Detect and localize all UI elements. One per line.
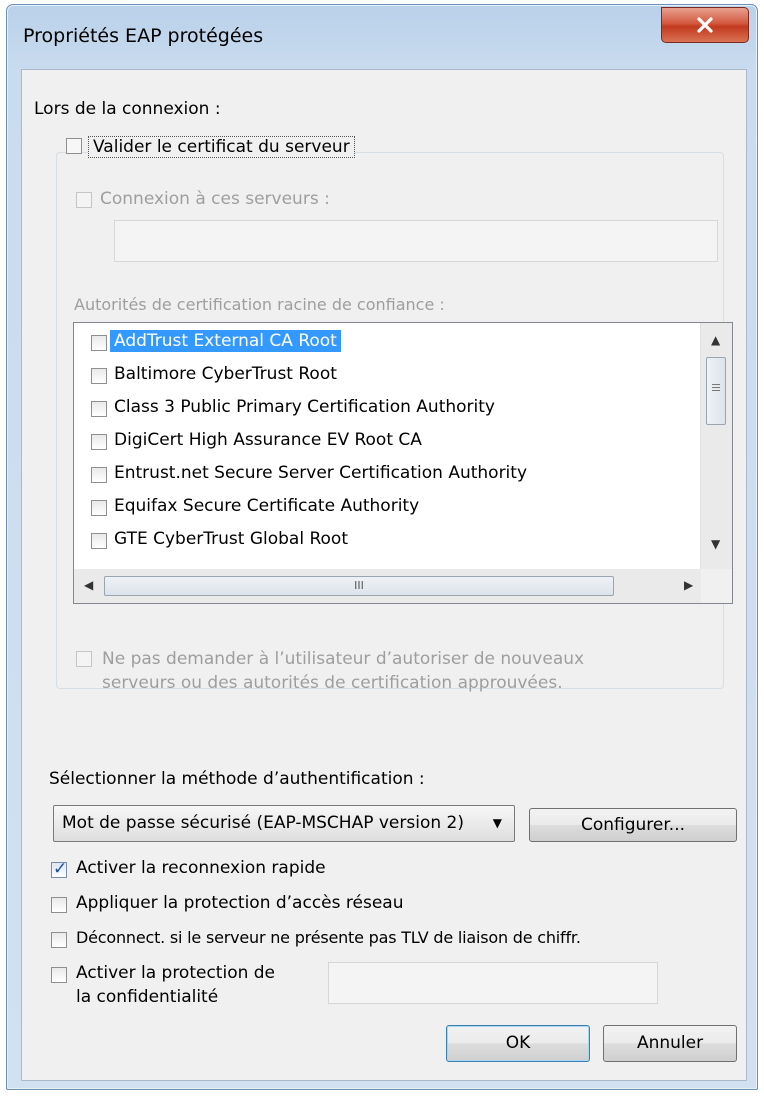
vertical-scroll-thumb[interactable] <box>706 357 726 425</box>
no-prompt-line1: Ne pas demander à l’utilisateur d’autori… <box>102 649 585 669</box>
connect-servers-input[interactable] <box>114 220 718 262</box>
list-item-label: Baltimore CyberTrust Root <box>114 364 337 384</box>
list-item-checkbox[interactable] <box>91 467 107 483</box>
horizontal-scroll-thumb[interactable]: III <box>104 576 614 596</box>
scroll-left-icon[interactable]: ◀ <box>84 578 93 592</box>
scroll-down-icon[interactable]: ▼ <box>711 537 720 551</box>
auth-method-label: Sélectionner la méthode d’authentificati… <box>49 769 425 789</box>
list-item[interactable]: DigiCert High Assurance EV Root CA <box>74 426 684 458</box>
ok-button[interactable]: OK <box>446 1025 590 1062</box>
no-prompt-checkbox[interactable] <box>76 651 92 667</box>
list-item[interactable]: Equifax Secure Certificate Authority <box>74 492 684 524</box>
nap-label[interactable]: Appliquer la protection d’accès réseau <box>76 893 403 913</box>
scroll-right-icon[interactable]: ▶ <box>684 578 693 592</box>
connect-servers-label: Connexion à ces serveurs : <box>100 189 330 209</box>
chevron-down-icon: ▼ <box>492 816 502 830</box>
connect-servers-checkbox[interactable] <box>76 192 92 208</box>
list-item-label: DigiCert High Assurance EV Root CA <box>114 430 422 450</box>
no-prompt-line2: serveurs ou des autorités de certificati… <box>102 673 563 693</box>
vertical-scrollbar[interactable]: ▲ ▼ <box>700 323 732 569</box>
dialog-window: Propriétés EAP protégées Lors de la conn… <box>6 4 758 1090</box>
list-item[interactable]: Baltimore CyberTrust Root <box>74 360 684 392</box>
list-item-checkbox[interactable] <box>91 533 107 549</box>
horizontal-scrollbar[interactable]: ◀ III ▶ <box>74 569 701 603</box>
fast-reconnect-label[interactable]: Activer la reconnexion rapide <box>76 858 326 878</box>
auth-method-value: Mot de passe sécurisé (EAP-MSCHAP versio… <box>62 813 464 833</box>
list-item-checkbox[interactable] <box>91 434 107 450</box>
root-ca-list[interactable]: AddTrust External CA Root Baltimore Cybe… <box>73 322 733 604</box>
fast-reconnect-checkbox[interactable] <box>51 859 67 879</box>
list-item[interactable]: AddTrust External CA Root <box>74 327 684 359</box>
nap-checkbox[interactable] <box>51 897 67 913</box>
close-icon <box>697 17 713 33</box>
validate-cert-label[interactable]: Valider le certificat du serveur <box>88 136 355 158</box>
scrollbar-corner <box>701 569 732 603</box>
list-item[interactable]: Entrust.net Secure Server Certification … <box>74 459 684 491</box>
window-title: Propriétés EAP protégées <box>23 25 264 47</box>
list-item[interactable]: GTE CyberTrust Global Root <box>74 525 684 557</box>
list-item-checkbox[interactable] <box>91 500 107 516</box>
configure-button[interactable]: Configurer... <box>529 808 737 842</box>
cancel-button[interactable]: Annuler <box>603 1025 737 1062</box>
privacy-label-line2[interactable]: la confidentialité <box>76 987 218 1007</box>
root-ca-label: Autorités de certification racine de con… <box>74 295 445 314</box>
dialog-client-area: Lors de la connexion : Valider le certif… <box>21 69 747 1081</box>
list-item[interactable]: Class 3 Public Primary Certification Aut… <box>74 393 684 425</box>
list-item-checkbox[interactable] <box>91 368 107 384</box>
list-item-label: GTE CyberTrust Global Root <box>114 529 348 549</box>
list-item-label: Equifax Secure Certificate Authority <box>114 496 420 516</box>
scroll-up-icon[interactable]: ▲ <box>711 333 720 347</box>
privacy-label-line1[interactable]: Activer la protection de <box>76 963 275 983</box>
validate-cert-checkbox[interactable] <box>66 138 82 154</box>
privacy-checkbox[interactable] <box>51 967 67 983</box>
section-label: Lors de la connexion : <box>34 99 221 119</box>
list-item-checkbox[interactable] <box>91 401 107 417</box>
privacy-input[interactable] <box>328 962 658 1004</box>
close-button[interactable] <box>661 7 749 43</box>
hscroll-grip: III <box>354 579 364 592</box>
list-item-label: Class 3 Public Primary Certification Aut… <box>114 397 495 417</box>
list-item-label: Entrust.net Secure Server Certification … <box>114 463 528 483</box>
grip-line <box>712 387 720 388</box>
disconnect-tlv-label[interactable]: Déconnect. si le serveur ne présente pas… <box>76 928 581 947</box>
list-item-checkbox[interactable] <box>91 335 107 351</box>
disconnect-tlv-checkbox[interactable] <box>51 932 67 948</box>
auth-method-select[interactable]: Mot de passe sécurisé (EAP-MSCHAP versio… <box>53 805 515 842</box>
list-item-label: AddTrust External CA Root <box>110 330 341 352</box>
